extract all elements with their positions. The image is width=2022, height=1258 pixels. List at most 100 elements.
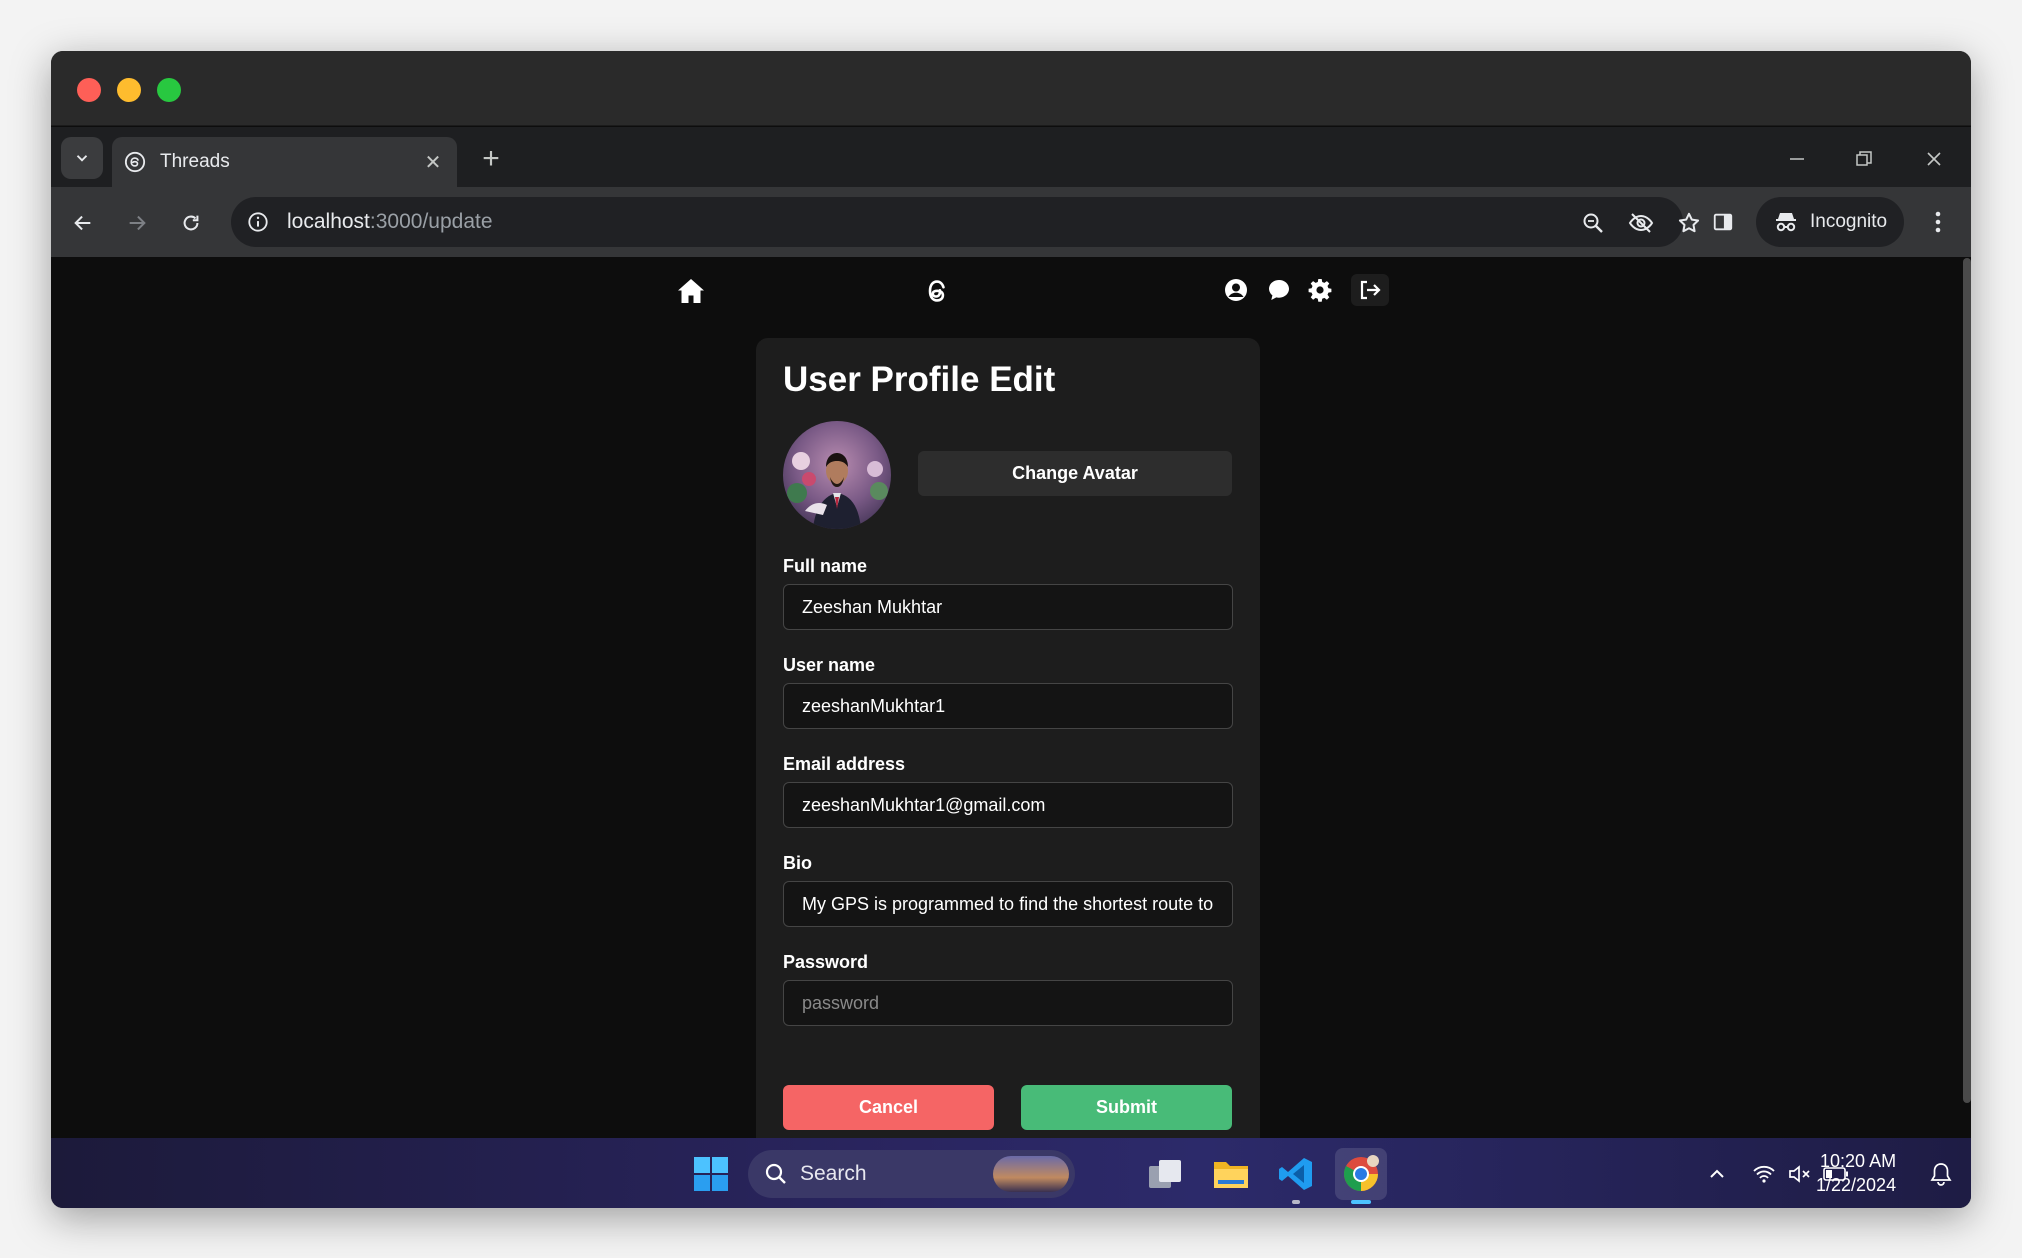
- notifications-button[interactable]: [1927, 1160, 1955, 1188]
- cancel-button[interactable]: Cancel: [783, 1085, 994, 1130]
- incognito-profile-button[interactable]: Incognito: [1756, 197, 1904, 247]
- logout-icon: [1360, 280, 1381, 300]
- user-icon: [1225, 279, 1247, 301]
- wifi-button[interactable]: [1750, 1160, 1778, 1188]
- close-window-button[interactable]: [77, 78, 101, 102]
- chat-icon: [1269, 280, 1289, 300]
- running-indicator: [1292, 1200, 1300, 1204]
- show-hidden-icons-button[interactable]: [1703, 1160, 1731, 1188]
- bio-label: Bio: [783, 853, 812, 873]
- close-icon: [1927, 152, 1941, 166]
- more-vertical-icon: [1935, 211, 1941, 233]
- taskbar-search[interactable]: Search: [748, 1150, 1075, 1198]
- incognito-icon: [1776, 213, 1796, 232]
- url-host: localhost: [287, 210, 370, 233]
- user-name-label: User name: [783, 655, 876, 675]
- url-text: localhost:3000/update: [287, 210, 493, 234]
- bio-input[interactable]: [783, 881, 1233, 927]
- chevron-down-icon: [76, 155, 88, 162]
- taskbar-clock[interactable]: 10:20 AM 1/22/2024: [1816, 1149, 1896, 1197]
- volume-button[interactable]: [1786, 1160, 1814, 1188]
- reload-button[interactable]: [171, 203, 211, 243]
- restore-button[interactable]: [1844, 141, 1884, 177]
- incognito-label: Incognito: [1810, 211, 1888, 232]
- mac-titlebar: [51, 51, 1971, 126]
- user-name-input[interactable]: [783, 683, 1233, 729]
- start-button[interactable]: [685, 1148, 737, 1200]
- email-input[interactable]: [783, 782, 1233, 828]
- page-title: User Profile Edit: [783, 360, 1056, 399]
- file-explorer-button[interactable]: [1205, 1148, 1257, 1200]
- task-view-icon: [1149, 1160, 1181, 1188]
- task-view-button[interactable]: [1139, 1148, 1191, 1200]
- home-link[interactable]: [675, 275, 707, 307]
- password-label: Password: [783, 952, 869, 972]
- close-button[interactable]: [1914, 141, 1954, 177]
- threads-favicon-icon: [124, 151, 146, 173]
- tab-strip: Threads ✕ +: [51, 127, 1971, 187]
- browser-window: Threads ✕ + localhost:3000/update Incogn…: [51, 51, 1971, 1208]
- minimize-button[interactable]: [1777, 141, 1817, 177]
- folder-icon: [1214, 1162, 1248, 1188]
- page-viewport: User Profile Edit Change Avatar Full nam…: [51, 258, 1971, 1138]
- side-panel-icon: [1713, 213, 1733, 231]
- arrow-left-icon: [74, 215, 91, 231]
- settings-icon: [1308, 279, 1332, 302]
- logout-button[interactable]: [1351, 274, 1389, 306]
- threads-logo-icon: [928, 280, 945, 302]
- restore-icon: [1856, 151, 1872, 166]
- arrow-right-icon: [129, 215, 146, 231]
- browser-toolbar: localhost:3000/update Incognito: [51, 187, 1971, 257]
- new-tab-button[interactable]: +: [473, 141, 509, 177]
- back-button[interactable]: [63, 203, 103, 243]
- search-icon: [765, 1163, 786, 1184]
- active-app-indicator: [1351, 1200, 1371, 1204]
- minimize-window-button[interactable]: [117, 78, 141, 102]
- zoom-icon[interactable]: [1579, 209, 1607, 237]
- address-bar[interactable]: localhost:3000/update: [231, 197, 1700, 247]
- windows-taskbar: Search 10:20 AM 1/22/2024: [51, 1138, 1971, 1208]
- chrome-button[interactable]: [1335, 1148, 1387, 1204]
- search-highlight-image: [993, 1156, 1069, 1192]
- tab-search-button[interactable]: [61, 137, 103, 179]
- chat-link[interactable]: [1265, 276, 1293, 304]
- settings-link[interactable]: [1306, 276, 1334, 304]
- email-label: Email address: [783, 754, 906, 774]
- chevron-up-icon: [1710, 1169, 1724, 1178]
- submit-button[interactable]: Submit: [1021, 1085, 1232, 1130]
- side-panel-button[interactable]: [1706, 205, 1740, 239]
- full-name-label: Full name: [783, 556, 868, 576]
- bookmark-star-icon[interactable]: [1675, 209, 1703, 237]
- tab-threads[interactable]: Threads ✕: [112, 137, 457, 187]
- clock-time: 10:20 AM: [1820, 1151, 1897, 1171]
- clock-date: 1/22/2024: [1816, 1175, 1897, 1195]
- app-header: [51, 258, 1971, 338]
- change-avatar-button[interactable]: Change Avatar: [918, 451, 1232, 496]
- threads-logo-link[interactable]: [921, 275, 953, 307]
- profile-edit-card: User Profile Edit Change Avatar Full nam…: [756, 338, 1260, 1138]
- home-icon: [678, 279, 704, 303]
- avatar: [783, 421, 891, 529]
- volume-muted-icon: [1789, 1165, 1810, 1183]
- minimize-icon: [1790, 158, 1804, 160]
- reload-icon: [183, 215, 199, 231]
- vscode-icon: [1279, 1158, 1312, 1190]
- tab-title: Threads: [160, 151, 230, 172]
- forward-button[interactable]: [117, 203, 157, 243]
- scrollbar[interactable]: [1963, 258, 1971, 1103]
- profile-link[interactable]: [1222, 276, 1250, 304]
- zoom-window-button[interactable]: [157, 78, 181, 102]
- wifi-icon: [1753, 1165, 1775, 1183]
- site-info-icon[interactable]: [245, 209, 271, 235]
- tab-close-icon[interactable]: ✕: [421, 150, 445, 175]
- bell-icon: [1930, 1163, 1952, 1186]
- tracking-protection-icon[interactable]: [1627, 209, 1655, 237]
- url-path: :3000/update: [369, 210, 493, 233]
- full-name-input[interactable]: [783, 584, 1233, 630]
- windows-logo-icon: [694, 1157, 728, 1191]
- taskbar-search-label: Search: [800, 1162, 867, 1185]
- browser-menu-button[interactable]: [1921, 205, 1955, 239]
- chrome-icon: [1344, 1155, 1379, 1191]
- vscode-button[interactable]: [1270, 1148, 1322, 1204]
- password-input[interactable]: [783, 980, 1233, 1026]
